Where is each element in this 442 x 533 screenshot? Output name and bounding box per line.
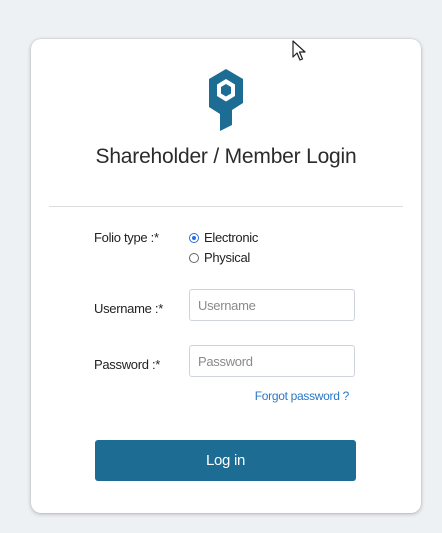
radio-electronic-indicator[interactable]: [189, 232, 199, 243]
radio-electronic-label: Electronic: [204, 230, 259, 245]
forgot-password-link[interactable]: Forgot password ?: [255, 389, 350, 403]
password-label: Password :*: [94, 357, 161, 372]
username-input[interactable]: [189, 289, 355, 321]
radio-physical-label: Physical: [204, 250, 251, 265]
radio-electronic[interactable]: Electronic: [189, 230, 258, 245]
brand-logo-icon: [209, 69, 243, 131]
divider: [49, 206, 403, 207]
login-button[interactable]: Log in: [95, 440, 356, 481]
radio-physical-indicator[interactable]: [189, 252, 199, 263]
username-label: Username :*: [94, 301, 163, 316]
login-card: Shareholder / Member Login Folio type :*…: [31, 39, 421, 513]
folio-type-label: Folio type :*: [94, 230, 159, 245]
radio-physical[interactable]: Physical: [189, 250, 250, 265]
password-input[interactable]: [189, 345, 355, 377]
page-title: Shareholder / Member Login: [95, 145, 357, 168]
mouse-pointer-icon: [292, 40, 306, 61]
